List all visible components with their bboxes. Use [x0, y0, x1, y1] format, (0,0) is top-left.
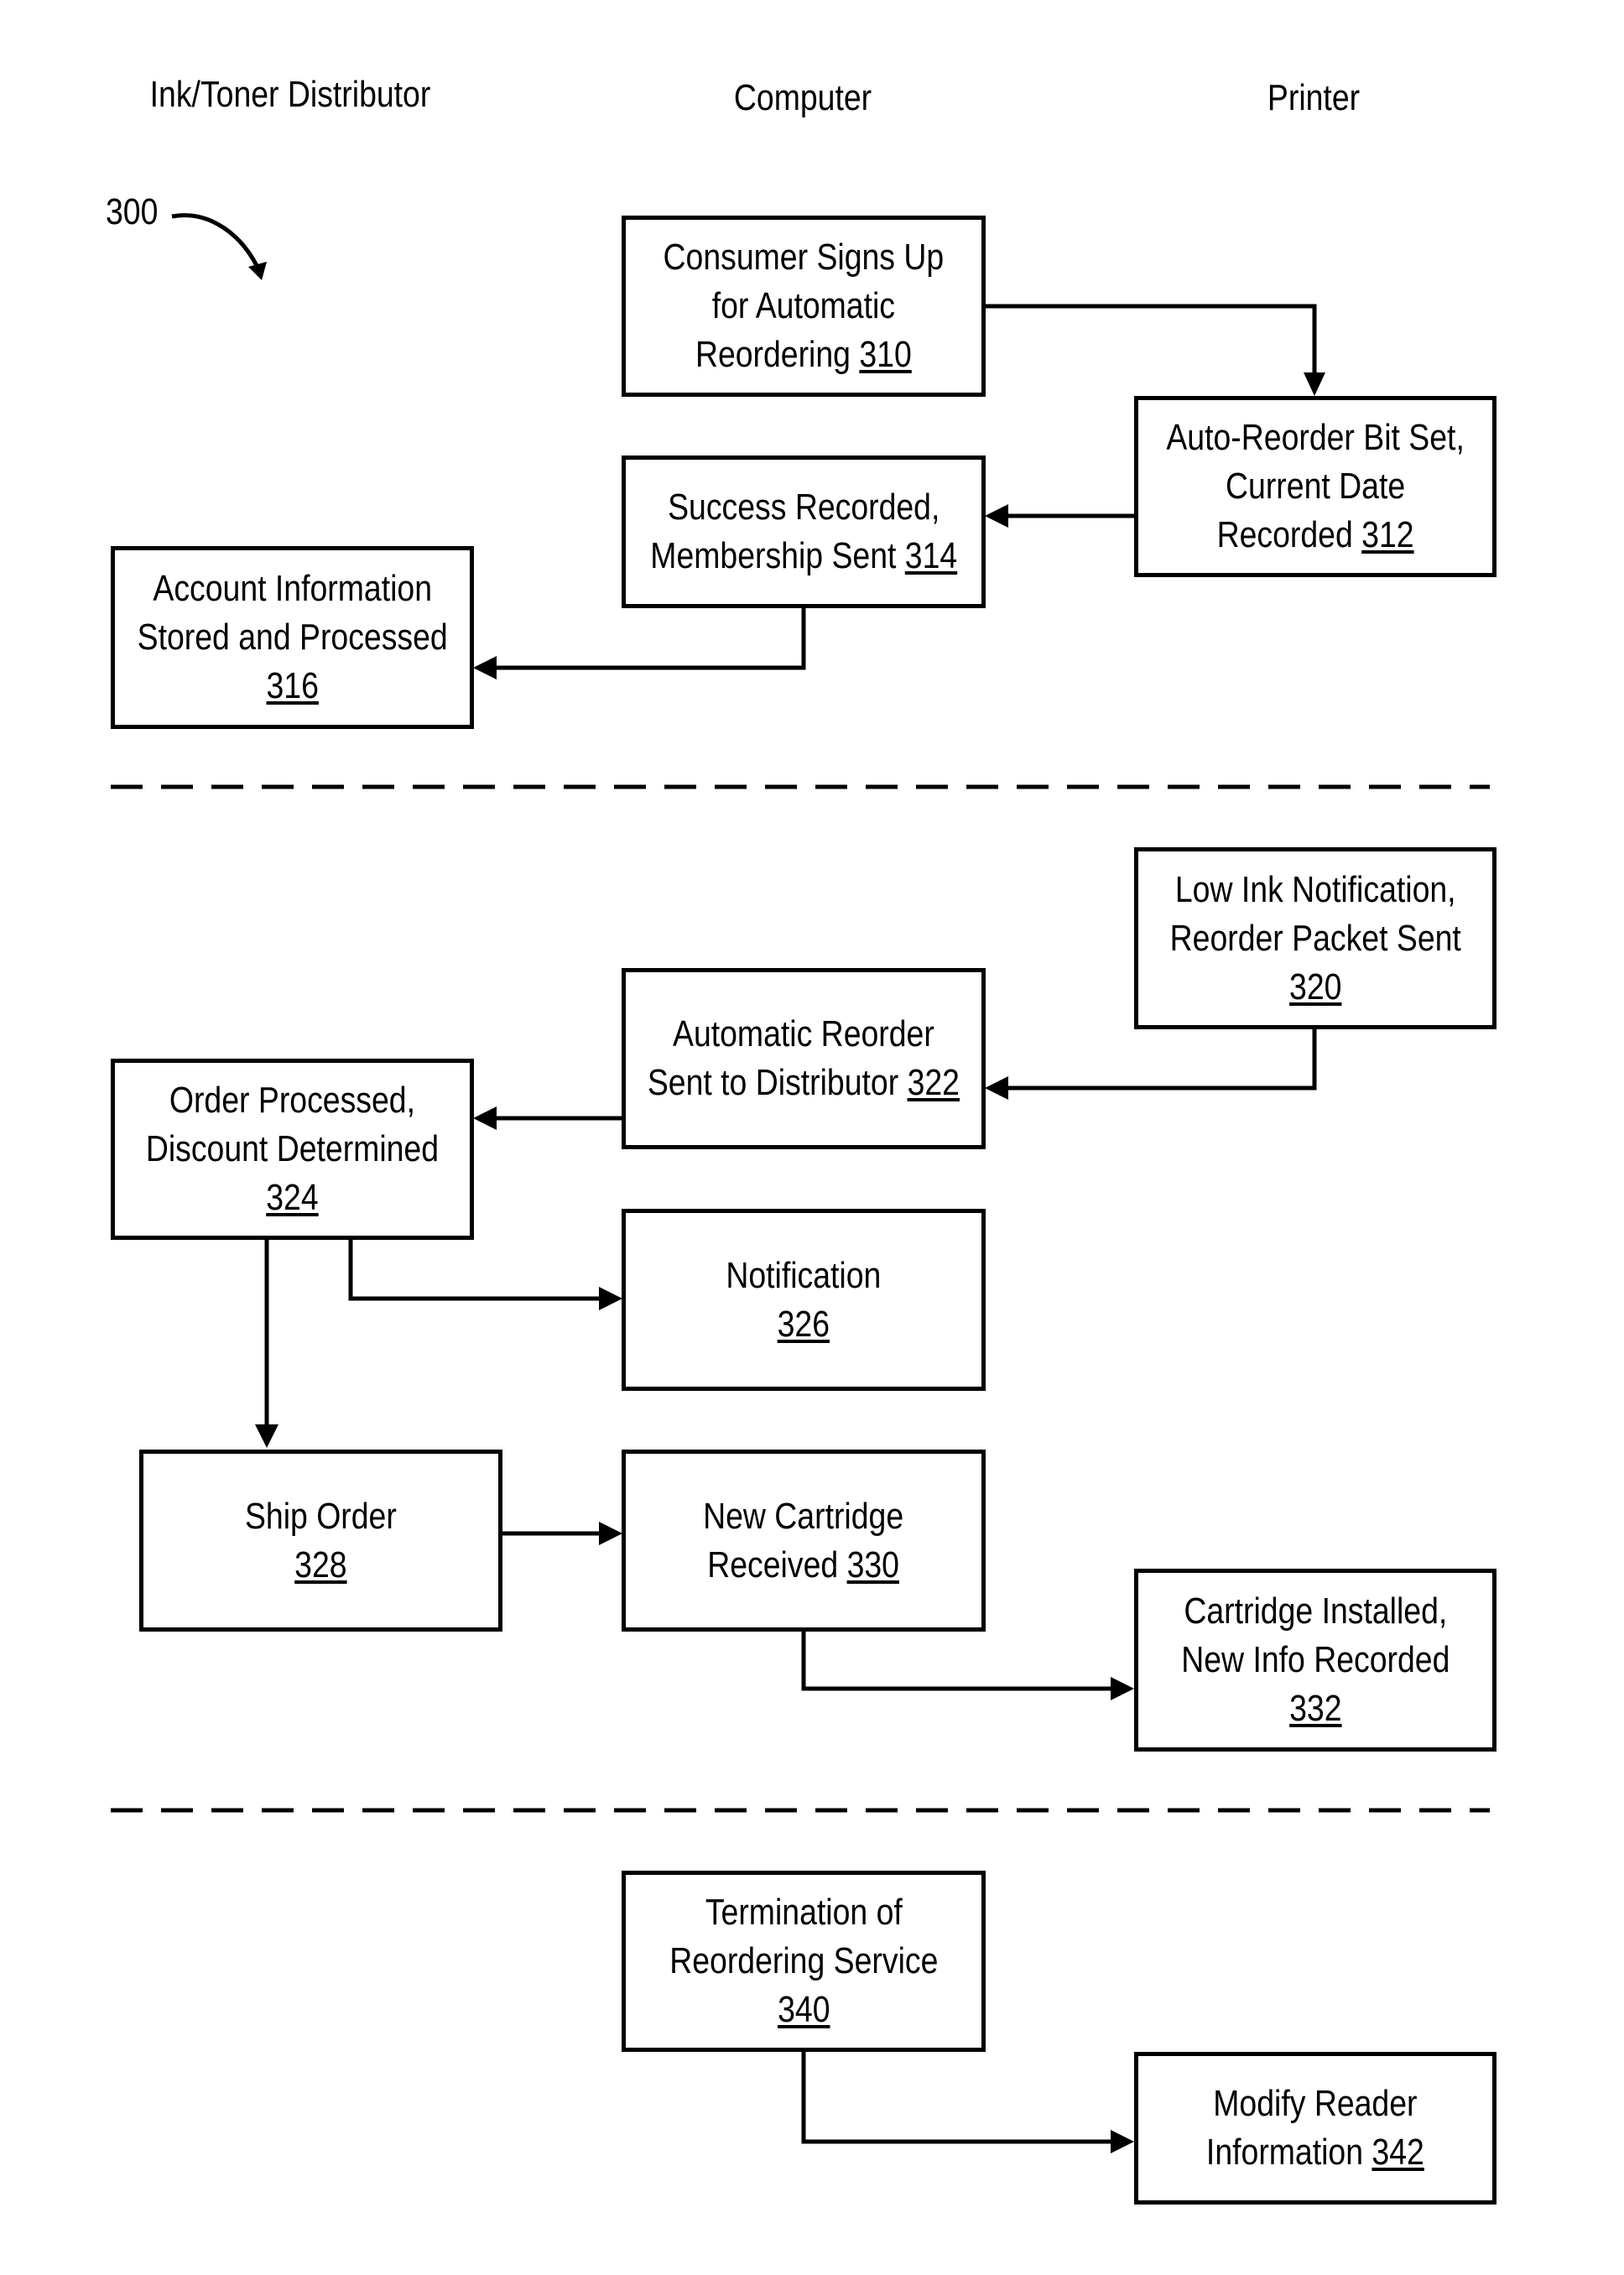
step-340-number: 340	[777, 1989, 830, 2030]
step-322-line2: Sent to Distributor	[647, 1062, 899, 1103]
arrowhead-328	[255, 1424, 278, 1448]
step-320-number: 320	[1288, 966, 1342, 1007]
arrow-320-322	[1007, 1028, 1317, 1091]
step-316-number: 316	[266, 665, 319, 706]
arrowhead-332	[1111, 1677, 1134, 1700]
step-332-line2: New Info Recorded	[1180, 1639, 1450, 1680]
step-330-line2: Received	[707, 1544, 839, 1585]
arrowhead-326	[599, 1287, 622, 1310]
step-314-number: 314	[904, 535, 957, 576]
step-340-line2: Reordering Service	[669, 1940, 939, 1981]
arrowhead-316	[473, 656, 497, 679]
step-322-box: Automatic Reorder Sent to Distributor 322	[622, 968, 986, 1149]
step-316-line2: Stored and Processed	[137, 617, 448, 658]
step-314-box: Success Recorded, Membership Sent 314	[622, 456, 986, 608]
arrow-330-332	[801, 1631, 1112, 1691]
step-340-line1: Termination of	[705, 1892, 903, 1933]
step-324-line2: Discount Determined	[145, 1128, 440, 1169]
step-314-line2: Membership Sent	[650, 535, 897, 576]
arrow-314-316	[487, 607, 806, 670]
step-312-line2: Current Date	[1225, 466, 1406, 507]
step-322-line1: Automatic Reorder	[673, 1013, 934, 1054]
arrowhead-312	[1304, 372, 1325, 396]
step-312-box: Auto-Reorder Bit Set, Current Date Recorde…	[1134, 396, 1496, 577]
step-312-number: 312	[1361, 514, 1414, 555]
arrowhead-330	[599, 1522, 622, 1545]
arrow-340-342	[801, 2051, 1112, 2144]
step-320-line2: Reorder Packet Sent	[1169, 917, 1461, 959]
step-330-number: 330	[846, 1544, 900, 1585]
step-328-line1: Ship Order	[245, 1495, 397, 1537]
step-342-line1: Modify Reader	[1213, 2083, 1418, 2124]
step-322-number: 322	[907, 1062, 960, 1103]
step-332-number: 332	[1288, 1688, 1342, 1729]
arrowhead-342	[1111, 2130, 1134, 2153]
step-342-box: Modify Reader Information 342	[1134, 2052, 1496, 2205]
step-342-line2: Information	[1206, 2132, 1372, 2173]
step-320-box: Low Ink Notification, Reorder Packet Sent…	[1134, 847, 1496, 1029]
step-312-line1: Auto-Reorder Bit Set,	[1166, 417, 1465, 458]
step-326-box: Notification 326	[622, 1209, 986, 1391]
step-332-line1: Cartridge Installed,	[1184, 1590, 1447, 1632]
step-330-box: New Cartridge Received 330	[622, 1450, 986, 1632]
step-342-number: 342	[1372, 2132, 1424, 2173]
arrow-310-312	[985, 304, 1317, 388]
step-340-box: Termination of Reordering Service 340	[622, 1871, 986, 2052]
step-310-line3: Reordering	[695, 334, 851, 375]
figure-pointer-arrow	[171, 213, 263, 274]
step-310-number: 310	[859, 334, 912, 375]
step-324-box: Order Processed, Discount Determined 324	[111, 1059, 474, 1240]
step-310-box: Consumer Signs Up for Automatic Reordering…	[622, 216, 986, 397]
arrowhead-314	[985, 504, 1008, 528]
step-328-box: Ship Order 328	[139, 1450, 502, 1632]
step-316-line1: Account Information	[153, 568, 432, 609]
step-310-line2: for Automatic	[711, 285, 896, 326]
step-326-line1: Notification	[726, 1254, 882, 1296]
arrowhead-322	[985, 1076, 1008, 1100]
figure-pointer-arrowhead	[248, 262, 267, 280]
arrowhead-324	[473, 1106, 497, 1130]
step-330-line1: New Cartridge	[703, 1495, 904, 1537]
step-324-number: 324	[266, 1177, 319, 1218]
step-310-line1: Consumer Signs Up	[663, 237, 945, 278]
step-332-box: Cartridge Installed, New Info Recorded 332	[1134, 1569, 1496, 1752]
step-316-box: Account Information Stored and Processed 3…	[111, 546, 474, 729]
step-326-number: 326	[777, 1303, 830, 1345]
step-320-line1: Low Ink Notification,	[1174, 868, 1456, 910]
step-314-line1: Success Recorded,	[667, 487, 940, 528]
arrow-324-326	[348, 1239, 601, 1301]
step-312-line3: Recorded	[1216, 514, 1353, 555]
step-328-number: 328	[294, 1544, 347, 1585]
step-324-line1: Order Processed,	[169, 1080, 416, 1121]
